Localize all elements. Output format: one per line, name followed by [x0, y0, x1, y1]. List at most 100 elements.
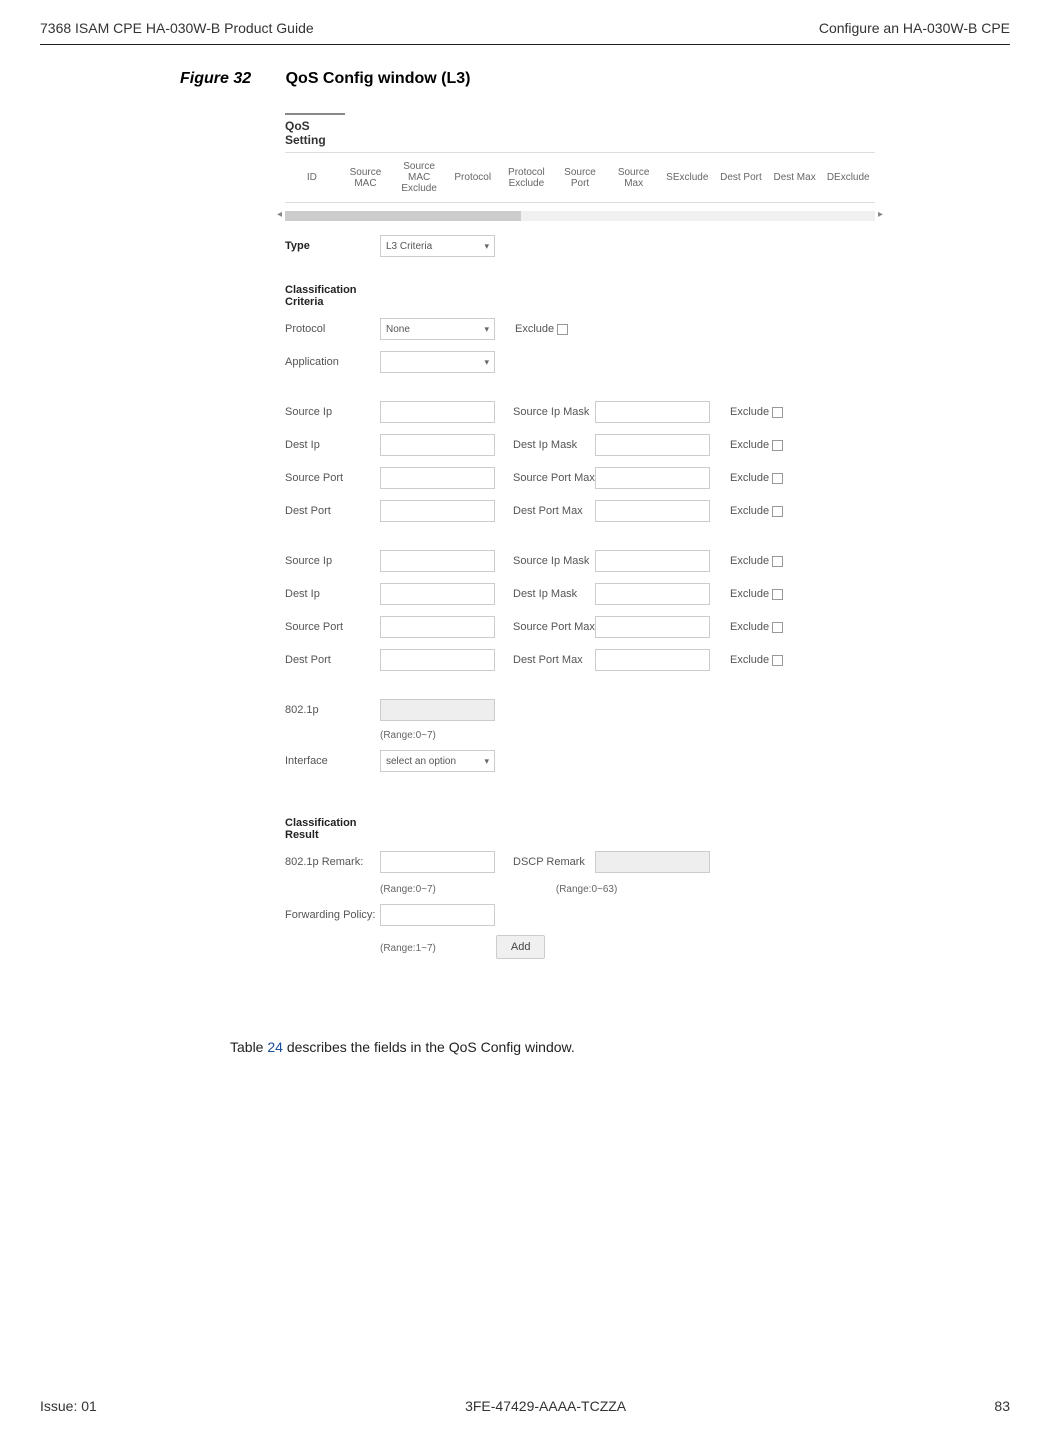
col-id: ID [285, 170, 339, 185]
8021p-remark-range: (Range:0~7) [380, 884, 436, 895]
protocol-exclude-label: Exclude [495, 323, 554, 335]
8021p-range: (Range:0~7) [380, 730, 875, 741]
8021p-input[interactable] [380, 699, 495, 721]
dest-port-label-1: Dest Port [285, 505, 380, 517]
footer-docnum: 3FE-47429-AAAA-TCZZA [465, 1398, 626, 1414]
dest-ip-exclude-checkbox-1[interactable] [772, 440, 783, 451]
interface-label: Interface [285, 755, 380, 767]
dest-ip-label-1: Dest Ip [285, 439, 380, 451]
forwarding-policy-label: Forwarding Policy: [285, 909, 380, 921]
source-ip-label-1: Source Ip [285, 406, 380, 418]
dest-ip-mask-input-1[interactable] [595, 434, 710, 456]
caption-suffix: describes the fields in the QoS Config w… [283, 1039, 575, 1055]
caption-prefix: Table [230, 1039, 267, 1055]
source-ip-mask-input-1[interactable] [595, 401, 710, 423]
col-source-mac: Source MAC [339, 165, 393, 191]
dest-ip-exclude-checkbox-2[interactable] [772, 589, 783, 600]
interface-select[interactable]: select an option [380, 750, 495, 772]
col-source-port: Source Port [553, 165, 607, 191]
dest-ip-exclude-label-2: Exclude [710, 588, 769, 600]
col-dest-max: Dest Max [768, 170, 822, 185]
scroll-left-icon[interactable]: ◂ [277, 209, 282, 220]
dest-port-input-2[interactable] [380, 649, 495, 671]
application-label: Application [285, 356, 380, 368]
source-ip-exclude-checkbox-1[interactable] [772, 407, 783, 418]
source-port-label-2: Source Port [285, 621, 380, 633]
dest-port-max-label-2: Dest Port Max [495, 654, 595, 666]
dscp-remark-input[interactable] [595, 851, 710, 873]
source-port-max-input-1[interactable] [595, 467, 710, 489]
8021p-remark-input[interactable] [380, 851, 495, 873]
dest-port-exclude-checkbox-2[interactable] [772, 655, 783, 666]
source-ip-mask-label-2: Source Ip Mask [495, 555, 595, 567]
source-port-exclude-checkbox-1[interactable] [772, 473, 783, 484]
dest-ip-input-2[interactable] [380, 583, 495, 605]
dest-ip-mask-label-1: Dest Ip Mask [495, 439, 595, 451]
dscp-remark-label: DSCP Remark [495, 856, 595, 868]
source-port-input-1[interactable] [380, 467, 495, 489]
col-protocol: Protocol [446, 170, 500, 185]
source-port-exclude-checkbox-2[interactable] [772, 622, 783, 633]
source-ip-exclude-label-2: Exclude [710, 555, 769, 567]
source-ip-mask-label-1: Source Ip Mask [495, 406, 595, 418]
source-ip-exclude-label-1: Exclude [710, 406, 769, 418]
source-ip-label-2: Source Ip [285, 555, 380, 567]
dest-port-exclude-checkbox-1[interactable] [772, 506, 783, 517]
dest-ip-input-1[interactable] [380, 434, 495, 456]
type-select[interactable]: L3 Criteria [380, 235, 495, 257]
horizontal-scrollbar[interactable]: ◂ ▸ [285, 211, 875, 221]
source-port-input-2[interactable] [380, 616, 495, 638]
header-rule [40, 44, 1010, 45]
protocol-exclude-checkbox[interactable] [557, 324, 568, 335]
forwarding-policy-input[interactable] [380, 904, 495, 926]
dest-ip-mask-label-2: Dest Ip Mask [495, 588, 595, 600]
source-ip-exclude-checkbox-2[interactable] [772, 556, 783, 567]
footer-page: 83 [994, 1398, 1010, 1414]
qos-config-screenshot: QoS Setting ID Source MAC Source MAC Exc… [270, 103, 890, 979]
dscp-remark-range: (Range:0~63) [556, 884, 617, 895]
dest-port-max-input-1[interactable] [595, 500, 710, 522]
col-source-mac-exclude: Source MAC Exclude [392, 159, 446, 196]
dest-port-label-2: Dest Port [285, 654, 380, 666]
source-ip-mask-input-2[interactable] [595, 550, 710, 572]
header-right: Configure an HA-030W-B CPE [819, 20, 1010, 36]
application-select[interactable] [380, 351, 495, 373]
source-ip-input-2[interactable] [380, 550, 495, 572]
classification-result-label: Classification Result [285, 817, 380, 841]
dest-ip-label-2: Dest Ip [285, 588, 380, 600]
dest-ip-exclude-label-1: Exclude [710, 439, 769, 451]
dest-ip-mask-input-2[interactable] [595, 583, 710, 605]
add-button[interactable]: Add [496, 935, 546, 959]
col-dexclude: DExclude [821, 170, 875, 185]
col-source-max: Source Max [607, 165, 661, 191]
col-protocol-exclude: Protocol Exclude [500, 165, 554, 191]
forwarding-policy-range: (Range:1~7) [380, 943, 436, 954]
source-port-max-label-1: Source Port Max [495, 472, 595, 484]
source-port-exclude-label-2: Exclude [710, 621, 769, 633]
col-dest-port: Dest Port [714, 170, 768, 185]
source-port-exclude-label-1: Exclude [710, 472, 769, 484]
source-ip-input-1[interactable] [380, 401, 495, 423]
dest-port-max-input-2[interactable] [595, 649, 710, 671]
footer-issue: Issue: 01 [40, 1398, 97, 1414]
protocol-label: Protocol [285, 323, 380, 335]
qos-setting-heading: QoS Setting [285, 113, 345, 147]
header-left: 7368 ISAM CPE HA-030W-B Product Guide [40, 20, 314, 36]
protocol-select[interactable]: None [380, 318, 495, 340]
source-port-max-input-2[interactable] [595, 616, 710, 638]
source-port-label-1: Source Port [285, 472, 380, 484]
source-port-max-label-2: Source Port Max [495, 621, 595, 633]
8021p-label: 802.1p [285, 704, 380, 716]
figure-label: Figure 32 [180, 70, 251, 87]
8021p-remark-label: 802.1p Remark: [285, 856, 380, 868]
qos-table-header: ID Source MAC Source MAC Exclude Protoco… [285, 152, 875, 203]
dest-port-max-label-1: Dest Port Max [495, 505, 595, 517]
figure-title-row: Figure 32 QoS Config window (L3) [40, 70, 1010, 88]
table-ref-link[interactable]: 24 [267, 1039, 283, 1055]
classification-criteria-label: Classification Criteria [285, 284, 380, 308]
col-sexclude: SExclude [660, 170, 714, 185]
dest-port-input-1[interactable] [380, 500, 495, 522]
body-caption: Table 24 describes the fields in the QoS… [40, 1039, 1010, 1055]
scroll-right-icon[interactable]: ▸ [878, 209, 883, 220]
dest-port-exclude-label-1: Exclude [710, 505, 769, 517]
